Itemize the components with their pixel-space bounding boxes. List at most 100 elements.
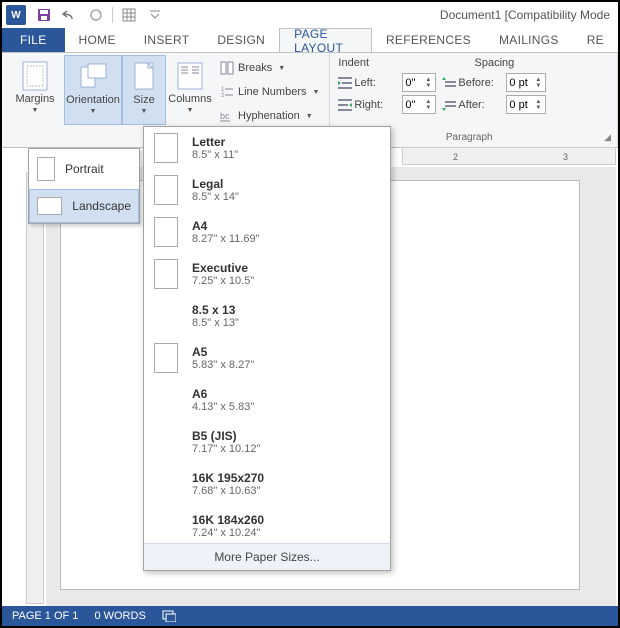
redo-button[interactable] xyxy=(84,4,108,26)
spacing-after-input[interactable] xyxy=(507,99,535,111)
size-item[interactable]: B5 (JIS)7.17" x 10.12" xyxy=(144,421,390,463)
paragraph-group-label: Paragraph xyxy=(446,132,493,143)
size-menu: Letter8.5" x 11"Legal8.5" x 14"A48.27" x… xyxy=(143,126,391,571)
page-thumb-icon xyxy=(154,343,178,373)
orientation-button[interactable]: Orientation ▼ xyxy=(64,55,122,125)
indent-group-title: Indent xyxy=(338,57,436,69)
breaks-label: Breaks xyxy=(238,62,272,74)
document-title: Document1 [Compatibility Mode xyxy=(440,8,610,22)
spacing-after-icon xyxy=(442,99,456,111)
ruler-mark-3: 3 xyxy=(563,152,568,162)
page-thumb-icon xyxy=(154,175,178,205)
size-item-dims: 8.5" x 13" xyxy=(192,317,239,329)
chevron-down-icon: ▼ xyxy=(312,89,319,96)
page-thumb-icon xyxy=(154,427,178,457)
indent-right-spinner[interactable]: ▲▼ xyxy=(402,95,436,114)
chevron-down-icon: ▼ xyxy=(187,107,194,114)
columns-label: Columns xyxy=(168,93,211,105)
indent-left-spinner[interactable]: ▲▼ xyxy=(402,73,436,92)
orientation-portrait-item[interactable]: Portrait xyxy=(29,149,139,189)
page-setup-stack: Breaks▼ 12 Line Numbers▼ bc Hyphenation▼ xyxy=(214,55,325,129)
tab-design[interactable]: DESIGN xyxy=(203,28,279,52)
page-thumb-icon xyxy=(154,133,178,163)
page-thumb-icon xyxy=(154,217,178,247)
size-item-dims: 7.25" x 10.5" xyxy=(192,275,254,287)
indent-right-label: Right: xyxy=(354,99,400,111)
size-item[interactable]: 16K 184x2607.24" x 10.24" xyxy=(144,505,390,543)
qat-customize-button[interactable] xyxy=(143,4,167,26)
size-label: Size xyxy=(133,94,154,106)
hyphenation-button[interactable]: bc Hyphenation▼ xyxy=(216,105,323,127)
hyphenation-icon: bc xyxy=(220,109,234,123)
size-item-dims: 4.13" x 5.83" xyxy=(192,401,254,413)
page-thumb-icon xyxy=(154,259,178,289)
status-bar: PAGE 1 OF 1 0 WORDS xyxy=(2,606,618,626)
status-word-count[interactable]: 0 WORDS xyxy=(94,610,145,622)
size-item[interactable]: Executive7.25" x 10.5" xyxy=(144,253,390,295)
tab-mailings[interactable]: MAILINGS xyxy=(485,28,573,52)
tab-page-layout[interactable]: PAGE LAYOUT xyxy=(279,28,372,52)
ribbon-tabs: FILE HOME INSERT DESIGN PAGE LAYOUT REFE… xyxy=(2,28,618,52)
orientation-label: Orientation xyxy=(66,94,120,106)
size-item-name: A4 xyxy=(192,219,260,233)
horizontal-ruler[interactable]: 2 3 xyxy=(402,147,616,165)
status-page-count[interactable]: PAGE 1 OF 1 xyxy=(12,610,78,622)
size-button[interactable]: Size ▼ xyxy=(122,55,166,125)
indent-left-input[interactable] xyxy=(403,77,425,89)
size-item-name: A6 xyxy=(192,387,254,401)
size-menu-scroll[interactable]: Letter8.5" x 11"Legal8.5" x 14"A48.27" x… xyxy=(144,127,390,543)
spacing-before-spinner[interactable]: ▲▼ xyxy=(506,73,546,92)
spacing-after-spinner[interactable]: ▲▼ xyxy=(506,95,546,114)
quick-access-toolbar xyxy=(32,4,167,26)
size-item-name: Legal xyxy=(192,177,239,191)
indent-left-label: Left: xyxy=(354,77,400,89)
status-spellcheck-icon[interactable] xyxy=(162,610,176,622)
size-item-dims: 7.68" x 10.63" xyxy=(192,485,264,497)
size-item[interactable]: A64.13" x 5.83" xyxy=(144,379,390,421)
tab-review-partial[interactable]: RE xyxy=(573,28,618,52)
save-button[interactable] xyxy=(32,4,56,26)
spacing-before-label: Before: xyxy=(458,77,504,89)
margins-button[interactable]: Margins ▼ xyxy=(6,55,64,125)
page-thumb-icon xyxy=(154,511,178,541)
size-item-name: 8.5 x 13 xyxy=(192,303,239,317)
ruler-mark-2: 2 xyxy=(453,152,458,162)
paragraph-dialog-launcher[interactable]: ◢ xyxy=(604,132,611,143)
size-item[interactable]: Legal8.5" x 14" xyxy=(144,169,390,211)
size-item-dims: 7.24" x 10.24" xyxy=(192,527,264,539)
spacing-before-input[interactable] xyxy=(507,77,535,89)
size-item-name: 16K 195x270 xyxy=(192,471,264,485)
table-quick-button[interactable] xyxy=(117,4,141,26)
hyphenation-label: Hyphenation xyxy=(238,110,300,122)
orientation-landscape-label: Landscape xyxy=(72,199,131,213)
columns-button[interactable]: Columns ▼ xyxy=(166,55,214,125)
tab-file[interactable]: FILE xyxy=(2,28,65,52)
qat-divider xyxy=(112,7,113,23)
more-paper-sizes-item[interactable]: More Paper Sizes... xyxy=(144,543,390,570)
word-app-icon: W xyxy=(6,5,26,25)
portrait-page-icon xyxy=(37,157,55,181)
size-item[interactable]: 8.5 x 138.5" x 13" xyxy=(144,295,390,337)
line-numbers-label: Line Numbers xyxy=(238,86,306,98)
size-item[interactable]: 16K 195x2707.68" x 10.63" xyxy=(144,463,390,505)
tab-references[interactable]: REFERENCES xyxy=(372,28,485,52)
vertical-ruler[interactable] xyxy=(26,172,44,604)
orientation-landscape-item[interactable]: Landscape xyxy=(29,189,139,223)
tab-insert[interactable]: INSERT xyxy=(130,28,204,52)
size-item-name: B5 (JIS) xyxy=(192,429,260,443)
size-item[interactable]: Letter8.5" x 11" xyxy=(144,127,390,169)
tab-home[interactable]: HOME xyxy=(65,28,130,52)
margins-label: Margins xyxy=(15,93,54,105)
page-thumb-icon xyxy=(154,385,178,415)
undo-button[interactable] xyxy=(58,4,82,26)
size-item-dims: 8.5" x 14" xyxy=(192,191,239,203)
svg-text:bc: bc xyxy=(220,111,230,121)
chevron-down-icon: ▼ xyxy=(32,107,39,114)
indent-right-input[interactable] xyxy=(403,99,425,111)
size-item-dims: 8.5" x 11" xyxy=(192,149,238,161)
line-numbers-button[interactable]: 12 Line Numbers▼ xyxy=(216,81,323,103)
spacing-after-label: After: xyxy=(458,99,504,111)
breaks-button[interactable]: Breaks▼ xyxy=(216,57,323,79)
size-item[interactable]: A55.83" x 8.27" xyxy=(144,337,390,379)
size-item[interactable]: A48.27" x 11.69" xyxy=(144,211,390,253)
